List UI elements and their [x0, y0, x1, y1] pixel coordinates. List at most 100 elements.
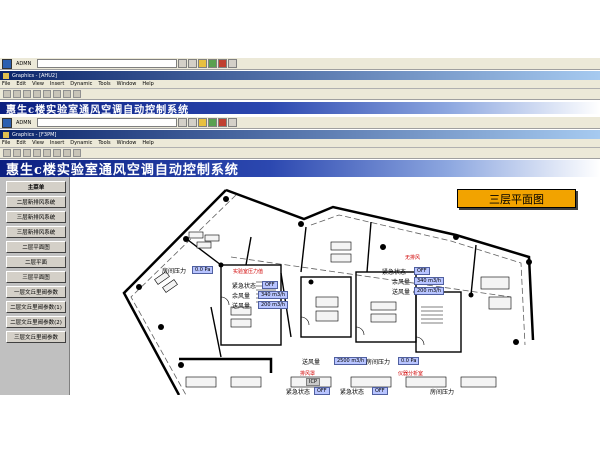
emergency-status-label: 紧急状态	[382, 269, 407, 276]
menu-edit[interactable]: Edit	[16, 140, 26, 146]
menu-tools[interactable]: Tools	[98, 81, 110, 87]
toolbar-top: ADMN	[0, 57, 600, 70]
menu-dynamic[interactable]: Dynamic	[70, 140, 92, 146]
floor-title: 三层平面图	[457, 189, 576, 208]
emergency-status-value: OFF	[414, 267, 430, 275]
toolbar-button[interactable]	[198, 118, 208, 127]
menu-dynamic[interactable]: Dynamic	[70, 81, 92, 87]
menu-help[interactable]: Help	[142, 81, 153, 87]
menu-file[interactable]: File	[2, 140, 10, 146]
room-pressure-label: 房间压力	[162, 268, 187, 275]
graphics-app-icon	[3, 72, 9, 79]
toolbar-field[interactable]	[37, 118, 178, 127]
exhaust-volume-label: 余风量	[232, 293, 251, 300]
room-pressure-label: 房间压力	[366, 359, 391, 366]
lab-label: 排风罩	[300, 371, 316, 377]
toolbar-field[interactable]	[37, 59, 178, 68]
tool-icon[interactable]	[73, 90, 81, 98]
menu-view[interactable]: View	[32, 81, 44, 87]
supply-volume-value: 200 m3/h	[258, 301, 289, 309]
supply-volume-label: 送风量	[392, 289, 411, 296]
menu-help[interactable]: Help	[142, 140, 153, 146]
menu-edit[interactable]: Edit	[16, 81, 26, 87]
menu-insert[interactable]: Insert	[50, 140, 64, 146]
sidebar-item[interactable]: 二层新排风系统	[6, 196, 66, 208]
exhaust-volume-label: 余风量	[392, 279, 411, 286]
window-titlebar: Graphics - [AHU2]	[0, 71, 600, 80]
tool-icon[interactable]	[63, 149, 71, 157]
room-pressure-value: 0.0 Pa	[398, 357, 420, 365]
emergency-status-value: OFF	[262, 281, 278, 289]
toolbar-button[interactable]	[188, 59, 198, 68]
menubar: File Edit View Insert Dynamic Tools Wind…	[0, 139, 600, 148]
supply-volume-label: 送风量	[232, 303, 251, 310]
toolbar-top: ADMN	[0, 116, 600, 129]
tool-icon[interactable]	[13, 90, 21, 98]
sidebar-item[interactable]: 三层平面图	[6, 271, 66, 283]
tool-icon[interactable]	[3, 149, 11, 157]
toolbar-button[interactable]	[218, 118, 228, 127]
window-title: Graphics - [F3PM]	[12, 131, 57, 138]
room-pressure-value: 0.0 Pa	[192, 266, 214, 274]
lab-label: 实验室压力值	[233, 269, 264, 275]
menu-window[interactable]: Window	[117, 140, 137, 146]
lab-label: 仪器分析室	[398, 371, 424, 377]
sidebar-item[interactable]: 三层新排风系统	[6, 211, 66, 223]
menu-file[interactable]: File	[2, 81, 10, 87]
tool-icon[interactable]	[43, 149, 51, 157]
window1-banner: 惠生c楼实验室通风空调自动控制系统	[0, 102, 600, 116]
sidebar-item-main-menu[interactable]: 主菜单	[6, 181, 66, 193]
blank-area	[0, 395, 600, 450]
menu-window[interactable]: Window	[117, 81, 137, 87]
tool-icon[interactable]	[23, 149, 31, 157]
menubar: File Edit View Insert Dynamic Tools Wind…	[0, 80, 600, 89]
toolbar-button[interactable]	[208, 118, 218, 127]
toolbar-user-label: ADMN	[16, 119, 32, 126]
equipment-value: ICP	[306, 378, 320, 386]
main-banner: 惠生c楼实验室通风空调自动控制系统	[0, 160, 600, 178]
tool-icon[interactable]	[43, 90, 51, 98]
menu-view[interactable]: View	[32, 140, 44, 146]
app-logo-icon	[2, 117, 12, 128]
tool-icon[interactable]	[13, 149, 21, 157]
toolbar-button[interactable]	[228, 59, 238, 68]
tool-icon[interactable]	[33, 149, 41, 157]
sidebar-item[interactable]: 一层文丘里阀参数	[6, 286, 66, 298]
menu-tools[interactable]: Tools	[98, 140, 110, 146]
tool-icon[interactable]	[53, 149, 61, 157]
sidebar-item[interactable]: 三层新排风系统	[6, 226, 66, 238]
tool-icon[interactable]	[33, 90, 41, 98]
sidebar-item[interactable]: 二层文丘里阀参数(2)	[6, 316, 66, 328]
banner-title: 惠生c楼实验室通风空调自动控制系统	[6, 104, 190, 116]
supply-volume-label: 送风量	[302, 359, 321, 366]
toolbar-button[interactable]	[178, 118, 188, 127]
tool-icon[interactable]	[63, 90, 71, 98]
emergency-status-value: OFF	[372, 387, 388, 395]
exhaust-volume-value: 340 m3/h	[258, 291, 289, 299]
sidebar-item[interactable]: 二层平面	[6, 256, 66, 268]
toolbar-button[interactable]	[198, 59, 208, 68]
app-logo-icon	[2, 58, 12, 69]
sidebar-item[interactable]: 二层文丘里阀参数(1)	[6, 301, 66, 313]
tool-icon[interactable]	[23, 90, 31, 98]
toolbar-button[interactable]	[208, 59, 218, 68]
icon-toolbar	[0, 89, 600, 100]
window-titlebar: Graphics - [F3PM]	[0, 130, 600, 139]
sidebar-item[interactable]: 三层文丘里阀参数	[6, 331, 66, 343]
emergency-status-value: OFF	[314, 387, 330, 395]
menu-insert[interactable]: Insert	[50, 81, 64, 87]
tool-icon[interactable]	[73, 149, 81, 157]
tool-icon[interactable]	[3, 90, 11, 98]
exhaust-volume-value: 340 m3/h	[414, 277, 445, 285]
tool-icon[interactable]	[53, 90, 61, 98]
toolbar-button[interactable]	[188, 118, 198, 127]
icon-toolbar	[0, 148, 600, 159]
sidebar-item[interactable]: 二层平面图	[6, 241, 66, 253]
toolbar-button[interactable]	[178, 59, 188, 68]
emergency-status-label: 紧急状态	[232, 283, 257, 290]
toolbar-button[interactable]	[228, 118, 238, 127]
toolbar-button[interactable]	[218, 59, 228, 68]
sidebar: 主菜单 二层新排风系统 三层新排风系统 三层新排风系统 二层平面图 二层平面 三…	[0, 177, 70, 395]
toolbar-user-label: ADMN	[16, 60, 32, 67]
supply-volume-value: 2500 m3/h	[334, 357, 368, 365]
